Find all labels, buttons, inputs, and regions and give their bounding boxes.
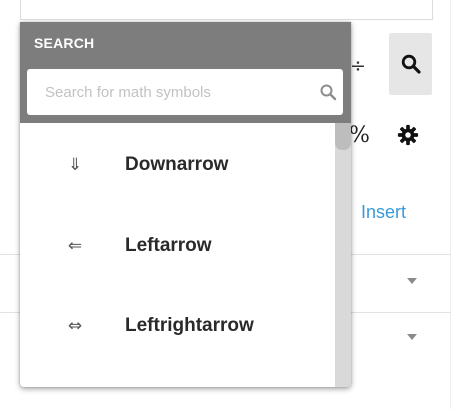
- symbol-glyph: ⇓: [67, 155, 83, 175]
- symbol-results-list: ⇓ Downarrow ⇐ Leftarrow ⇔ Leftrightarrow: [20, 123, 333, 387]
- list-item[interactable]: ⇓ Downarrow: [20, 135, 333, 195]
- percent-symbol-button[interactable]: %: [349, 123, 370, 148]
- symbol-search-popup: SEARCH ⇓ Downarrow ⇐ Leftarrow ⇔ Leftrig…: [20, 22, 351, 387]
- divide-symbol-button[interactable]: ÷: [350, 55, 366, 77]
- scrollbar-thumb[interactable]: [335, 123, 351, 150]
- panel-edge: [450, 0, 451, 409]
- symbol-label: Leftrightarrow: [125, 315, 254, 336]
- search-box: [27, 69, 343, 115]
- gear-icon[interactable]: [397, 124, 419, 146]
- symbol-label: Leftarrow: [125, 235, 212, 256]
- list-item[interactable]: ⇔ Leftrightarrow: [20, 296, 333, 356]
- popup-header: SEARCH: [20, 22, 351, 123]
- search-button[interactable]: [389, 33, 432, 95]
- chevron-down-icon[interactable]: [407, 278, 417, 284]
- insert-button[interactable]: Insert: [361, 202, 406, 223]
- scrollbar[interactable]: [335, 123, 351, 387]
- symbol-label: Downarrow: [125, 154, 229, 175]
- expression-field[interactable]: [20, 0, 433, 20]
- list-item[interactable]: ⇐ Leftarrow: [20, 216, 333, 276]
- symbol-glyph: ⇔: [67, 316, 83, 336]
- symbol-glyph: ⇐: [67, 236, 83, 256]
- popup-title: SEARCH: [34, 35, 95, 51]
- search-input[interactable]: [27, 69, 315, 115]
- search-icon: [401, 54, 421, 74]
- search-icon[interactable]: [319, 83, 337, 101]
- chevron-down-icon[interactable]: [407, 334, 417, 340]
